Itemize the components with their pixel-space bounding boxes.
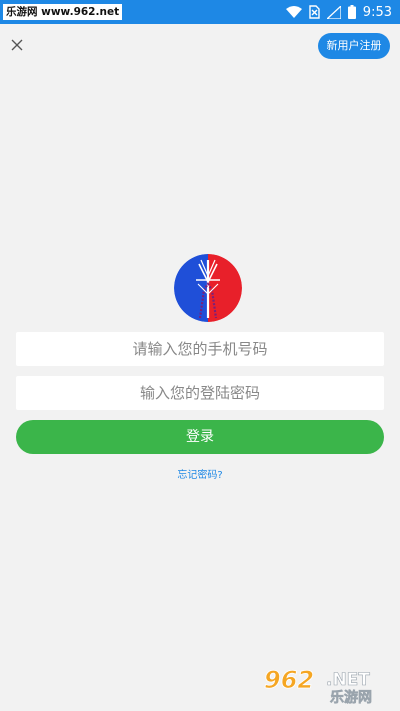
register-button[interactable]: 新用户注册 bbox=[318, 33, 390, 59]
phone-input[interactable] bbox=[16, 332, 384, 366]
status-bar: 乐游网 www.962.net 9:53 bbox=[0, 0, 400, 24]
watermark-brand: 962 bbox=[264, 666, 314, 694]
status-source-label: 乐游网 www.962.net bbox=[3, 4, 123, 20]
close-icon bbox=[11, 39, 23, 51]
status-time: 9:53 bbox=[362, 4, 392, 20]
watermark-site-name: 乐游网 bbox=[330, 689, 372, 705]
watermark-logo: 962 .NET 乐游网 bbox=[264, 666, 373, 705]
login-button[interactable]: 登录 bbox=[16, 420, 384, 454]
watermark-suffix: .NET bbox=[326, 670, 370, 690]
status-icons: 9:53 bbox=[285, 0, 392, 24]
close-button[interactable] bbox=[8, 36, 26, 54]
no-sim-icon bbox=[309, 5, 320, 19]
password-input[interactable] bbox=[16, 376, 384, 410]
battery-icon bbox=[347, 5, 356, 19]
wifi-icon bbox=[285, 6, 302, 18]
app-logo bbox=[174, 254, 242, 322]
signal-icon bbox=[326, 5, 341, 19]
logo-graphic bbox=[174, 254, 242, 322]
forgot-password-link[interactable]: 忘记密码? bbox=[0, 466, 400, 481]
